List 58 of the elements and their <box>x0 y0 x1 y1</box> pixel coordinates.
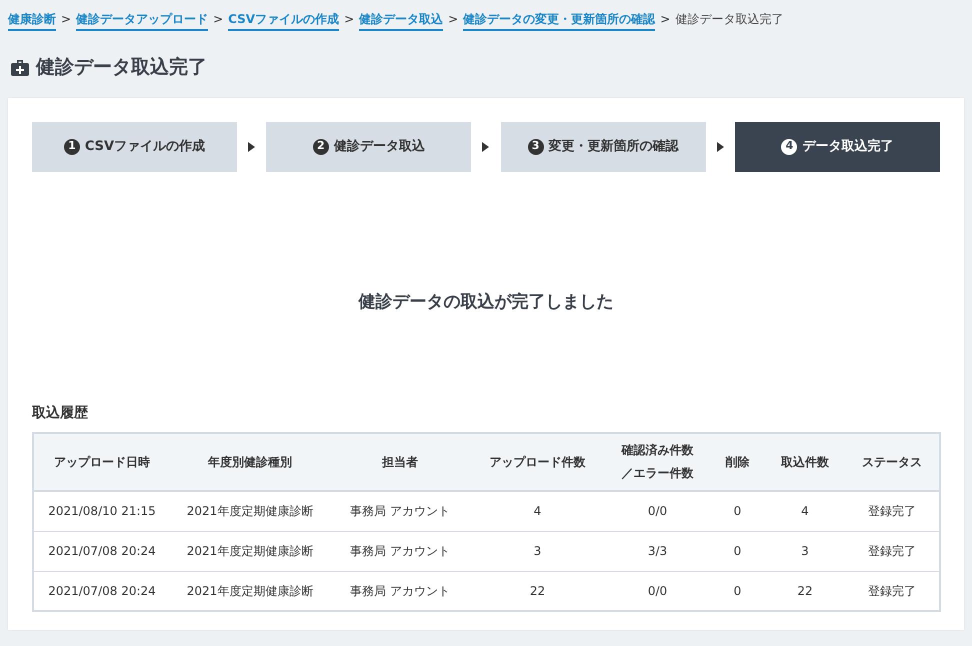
breadcrumb-link[interactable]: 健診データアップロード <box>76 10 208 31</box>
table-cell: 22 <box>765 571 845 611</box>
column-header: 担当者 <box>330 433 470 491</box>
table-cell: 事務局 アカウント <box>330 571 470 611</box>
breadcrumb-separator: > <box>660 11 670 28</box>
table-cell: 22 <box>470 571 605 611</box>
step-label: 変更・更新箇所の確認 <box>548 138 679 156</box>
breadcrumb-link[interactable]: CSVファイルの作成 <box>228 10 340 31</box>
step-number: 2 <box>312 138 329 154</box>
table-cell: 0 <box>710 531 765 571</box>
step-number: 4 <box>781 138 798 154</box>
page-title: 健診データ取込完了 <box>36 55 207 80</box>
table-cell: 事務局 アカウント <box>330 531 470 571</box>
column-header: 取込件数 <box>765 433 845 491</box>
table-cell: 2021年度定期健康診断 <box>170 491 330 531</box>
table-cell: 0/0 <box>605 571 710 611</box>
table-cell: 2021/07/08 20:24 <box>33 571 170 611</box>
breadcrumb-link[interactable]: 健康診断 <box>8 10 56 31</box>
table-cell: 2021年度定期健康診断 <box>170 571 330 611</box>
table-cell: 0 <box>710 491 765 531</box>
step-arrow-icon <box>716 142 724 152</box>
step-label: 健診データ取込 <box>334 138 425 156</box>
breadcrumb-link[interactable]: 健診データの変更・更新箇所の確認 <box>463 10 656 31</box>
table-cell: 3/3 <box>605 531 710 571</box>
table-cell: 4 <box>470 491 605 531</box>
column-header: 確認済み件数／エラー件数 <box>605 433 710 491</box>
step-label: CSVファイルの作成 <box>84 138 206 156</box>
table-cell: 3 <box>470 531 605 571</box>
breadcrumb-link[interactable]: 健診データ取込 <box>359 10 444 31</box>
table-cell: 登録完了 <box>845 571 940 611</box>
section-title: 取込履歴 <box>32 404 89 423</box>
breadcrumb-separator: > <box>61 11 72 28</box>
step-arrow-icon <box>248 142 256 152</box>
column-header: アップロード件数 <box>470 433 605 491</box>
column-header: 年度別健診種別 <box>170 433 330 491</box>
step-label: データ取込完了 <box>802 138 894 156</box>
table-cell: 事務局 アカウント <box>330 491 470 531</box>
table-cell: 2021/08/10 21:15 <box>33 491 170 531</box>
breadcrumb-separator: > <box>344 11 354 28</box>
table-cell: 登録完了 <box>845 531 940 571</box>
table-cell: 0/0 <box>605 491 710 531</box>
step-number: 3 <box>528 138 544 154</box>
completion-message: 健診データの取込が完了しました <box>357 290 614 314</box>
table-cell: 3 <box>765 531 845 571</box>
table-cell: 4 <box>765 491 845 531</box>
step-arrow-icon <box>482 142 490 152</box>
first-aid-kit-icon <box>10 57 30 78</box>
column-header: アップロード日時 <box>33 433 170 491</box>
breadcrumb-separator: > <box>448 11 458 28</box>
table-cell: 登録完了 <box>845 491 940 531</box>
step-number: 1 <box>64 138 80 154</box>
column-header: 削除 <box>710 433 765 491</box>
breadcrumb-current: 健診データ取込完了 <box>675 11 784 28</box>
table-cell: 0 <box>710 571 765 611</box>
table-cell: 2021年度定期健康診断 <box>170 531 330 571</box>
table-cell: 2021/07/08 20:24 <box>33 531 170 571</box>
column-header: ステータス <box>845 433 940 491</box>
breadcrumb-separator: > <box>213 11 224 28</box>
